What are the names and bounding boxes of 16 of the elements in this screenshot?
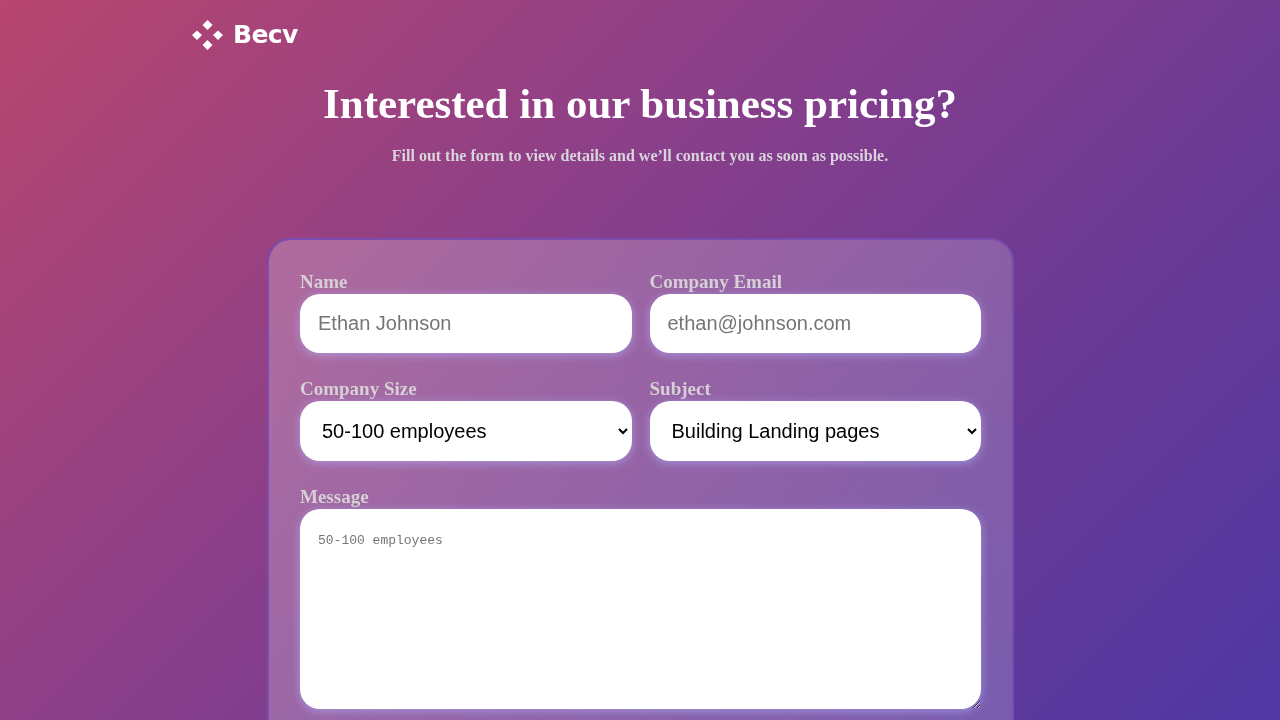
logo-icon: [192, 20, 223, 50]
field-label: Company Email: [649, 270, 783, 294]
message-textarea[interactable]: 50-100 employees: [300, 509, 981, 709]
brand-name: Becv: [233, 19, 298, 52]
dropdown-select[interactable]: Building Landing pages: [649, 401, 981, 461]
page-subheading: Fill out the form to view details and we’ll contact you as soon as possible.: [390, 146, 890, 167]
field-label: Name: [300, 270, 349, 294]
field-label: Message: [300, 485, 370, 509]
chevron-down-icon: [967, 427, 977, 435]
field-label: Subject: [649, 377, 712, 401]
field-label: Company Size: [300, 377, 418, 401]
dropdown-select[interactable]: 50-100 employees: [300, 401, 632, 461]
text-input[interactable]: ethan@johnson.com: [649, 294, 981, 353]
text-input[interactable]: Ethan Johnson: [300, 294, 632, 353]
chevron-down-icon: [617, 427, 628, 435]
page-heading: Interested in our business pricing?: [322, 79, 958, 129]
